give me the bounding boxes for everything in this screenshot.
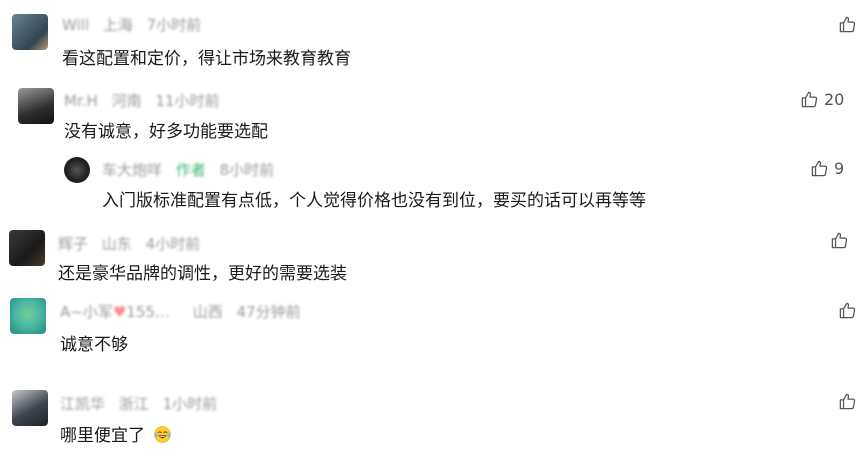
user-location: 河南 <box>111 92 142 110</box>
comment-text: 诚意不够 <box>60 335 128 355</box>
like-button[interactable] <box>838 392 862 411</box>
comment-meta: 车大炮咩 作者 8小时前 <box>102 159 283 180</box>
user-location: 上海 <box>102 16 133 34</box>
user-location: 山东 <box>101 235 132 253</box>
like-button[interactable]: 20 <box>800 90 844 109</box>
username[interactable]: Mr.H <box>64 92 98 110</box>
comment-time: 7小时前 <box>146 16 202 34</box>
avatar[interactable] <box>12 390 48 426</box>
comment-text: 没有诚意，好多功能要选配 <box>64 122 268 142</box>
comment-time: 4小时前 <box>145 235 201 253</box>
comment-text: 还是豪华品牌的调性，更好的需要选装 <box>58 264 347 284</box>
author-tag: 作者 <box>175 161 206 179</box>
like-count: 20 <box>824 90 845 109</box>
user-location: 山西 <box>192 303 223 321</box>
comment-time: 11小时前 <box>155 92 220 110</box>
avatar[interactable] <box>64 157 90 183</box>
avatar[interactable] <box>18 88 54 124</box>
username[interactable]: Will <box>62 16 89 34</box>
comment-meta: A~小军♥155… 山西 47分钟前 <box>60 301 310 322</box>
avatar[interactable] <box>12 14 48 50</box>
thumbs-up-icon <box>839 302 856 319</box>
username[interactable]: 车大炮咩 <box>102 161 162 179</box>
avatar[interactable] <box>9 230 45 266</box>
like-button[interactable] <box>838 15 862 34</box>
comment-meta: Will 上海 7小时前 <box>62 14 210 35</box>
comment-text: 哪里便宜了 <box>60 421 172 446</box>
comment-text-content: 哪里便宜了 <box>60 426 145 446</box>
comment-meta: 江凯华 浙江 1小时前 <box>60 393 226 414</box>
username[interactable]: A~小军♥155… <box>60 303 170 321</box>
like-button[interactable] <box>830 231 854 250</box>
thumbs-up-icon <box>831 232 848 249</box>
username[interactable]: 辉子 <box>58 235 88 253</box>
comment-time: 1小时前 <box>162 395 218 413</box>
comment-time: 8小时前 <box>219 161 275 179</box>
like-button[interactable]: 9 <box>810 159 844 178</box>
user-location: 浙江 <box>118 395 149 413</box>
thumbs-up-icon <box>839 16 856 33</box>
like-button[interactable] <box>838 301 862 320</box>
comment-text: 看这配置和定价，得让市场来教育教育 <box>62 49 351 69</box>
username[interactable]: 江凯华 <box>60 395 105 413</box>
thumbs-up-icon <box>811 160 828 177</box>
thumbs-up-icon <box>839 393 856 410</box>
like-count: 9 <box>834 159 845 178</box>
comment-time: 47分钟前 <box>236 303 301 321</box>
comment-text: 入门版标准配置有点低，个人觉得价格也没有到位，要买的话可以再等等 <box>102 191 646 211</box>
comment-meta: 辉子 山东 4小时前 <box>58 233 209 254</box>
laughing-tears-emoji-icon <box>154 426 171 443</box>
avatar[interactable] <box>10 298 46 334</box>
comment-meta: Mr.H 河南 11小时前 <box>64 90 228 111</box>
thumbs-up-icon <box>801 91 818 108</box>
